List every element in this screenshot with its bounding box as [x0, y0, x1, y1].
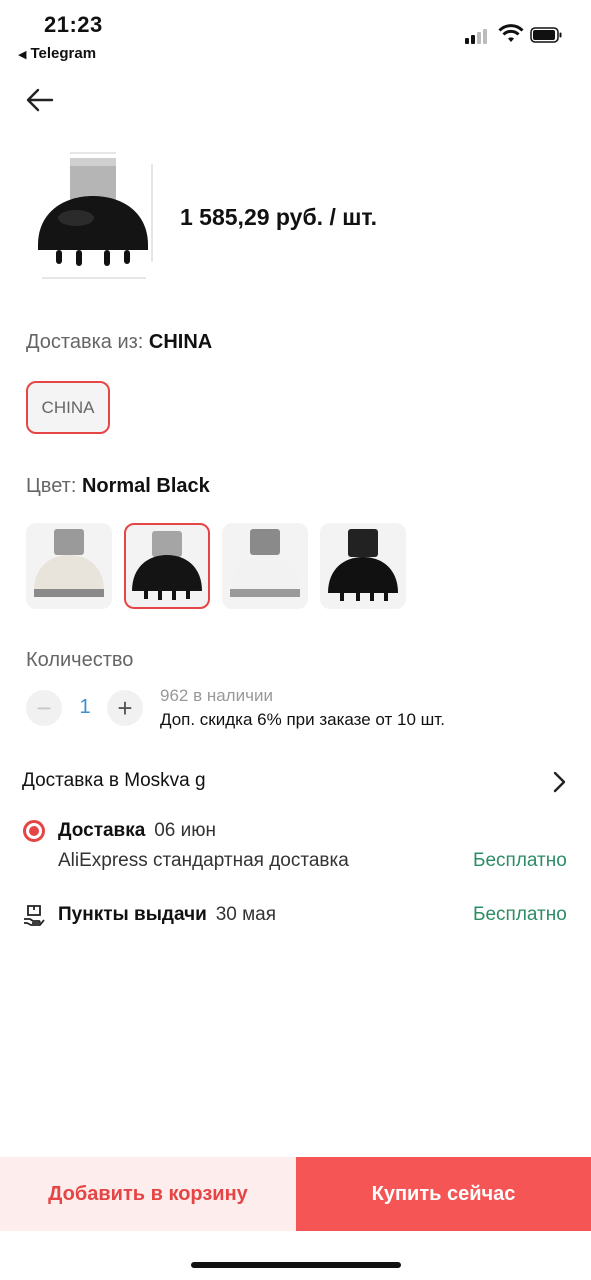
- swatch-image: [34, 529, 104, 597]
- color-caption: Цвет:: [26, 475, 77, 497]
- courier-radio[interactable]: [23, 820, 45, 842]
- quantity-label: Количество: [26, 649, 134, 671]
- add-to-cart-button[interactable]: Добавить в корзину: [0, 1157, 296, 1231]
- pickup-point-icon: [24, 905, 45, 926]
- radio-dot: [29, 826, 39, 836]
- ship-from-caption: Доставка из:: [26, 331, 144, 353]
- back-arrow-icon[interactable]: [22, 82, 58, 118]
- wifi-icon: [498, 24, 524, 42]
- quantity-decrease-button[interactable]: −: [26, 690, 62, 726]
- battery-icon: [530, 27, 562, 43]
- quantity-increase-button[interactable]: +: [107, 690, 143, 726]
- status-time: 21:23: [44, 12, 103, 37]
- color-swatch-black-gray[interactable]: [124, 523, 210, 609]
- courier-date: 06 июн: [154, 820, 216, 841]
- color-label: Цвет: Normal Black: [26, 475, 210, 498]
- color-swatch-black[interactable]: [320, 523, 406, 609]
- pickup-date: 30 мая: [215, 904, 277, 925]
- buy-now-button[interactable]: Купить сейчас: [296, 1157, 591, 1231]
- pickup-option[interactable]: Пункты выдачи 30 мая: [58, 904, 276, 926]
- color-swatch-white-gray[interactable]: [26, 523, 112, 609]
- ship-from-label: Доставка из: CHINA: [26, 331, 212, 354]
- cellular-signal-icon: [465, 28, 493, 44]
- color-swatch-white[interactable]: [222, 523, 308, 609]
- color-value: Normal Black: [81, 475, 210, 497]
- courier-price: Бесплатно: [473, 850, 567, 871]
- plus-icon: +: [117, 692, 133, 723]
- minus-icon: −: [36, 692, 52, 723]
- product-image[interactable]: [26, 150, 156, 290]
- back-triangle-icon: ◀: [18, 49, 27, 61]
- quantity-value[interactable]: 1: [76, 696, 94, 719]
- swatch-image: [230, 529, 300, 597]
- ship-from-option-china[interactable]: CHINA: [26, 381, 110, 434]
- home-indicator[interactable]: [191, 1262, 401, 1268]
- pickup-title: Пункты выдачи: [58, 904, 207, 925]
- chevron-right-icon[interactable]: [550, 769, 568, 795]
- swatch-image: [328, 529, 398, 601]
- stock-count: 962 в наличии: [160, 686, 273, 705]
- courier-method: AliExpress стандартная доставка: [58, 850, 349, 871]
- swatch-image: [132, 531, 202, 600]
- courier-option[interactable]: Доставка 06 июн: [58, 820, 216, 842]
- pickup-price: Бесплатно: [473, 904, 567, 925]
- delivery-destination[interactable]: Доставка в Moskva g: [22, 770, 206, 792]
- ship-from-value: CHINA: [148, 331, 213, 353]
- product-price: 1 585,29 руб. / шт.: [180, 204, 378, 230]
- back-app-label: Telegram: [30, 45, 97, 62]
- back-to-app-link[interactable]: ◀ Telegram: [18, 45, 96, 62]
- bulk-discount-note: Доп. скидка 6% при заказе от 10 шт.: [160, 710, 445, 729]
- courier-title: Доставка: [58, 820, 146, 841]
